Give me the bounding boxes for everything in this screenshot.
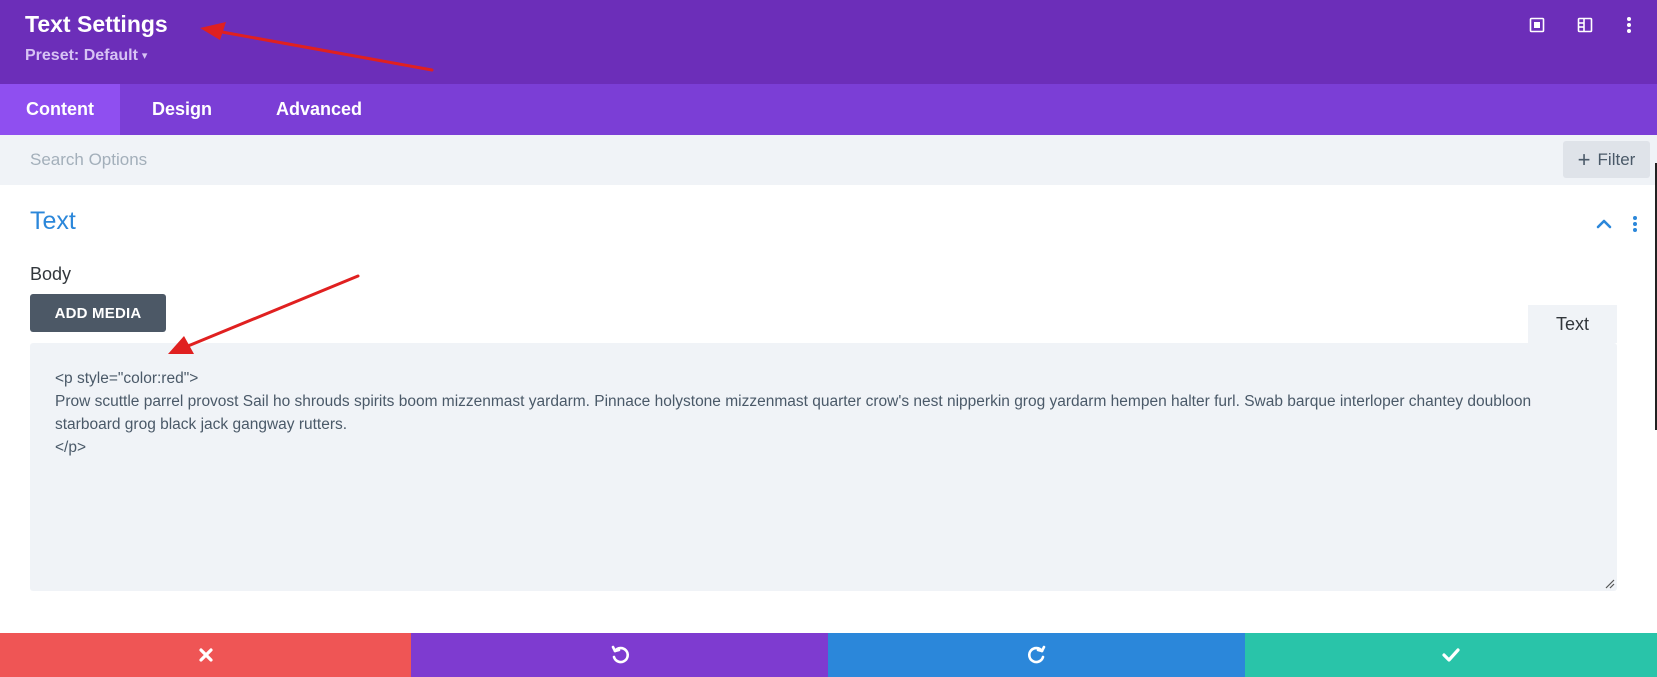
save-button[interactable]	[1245, 633, 1657, 677]
add-media-button[interactable]: ADD MEDIA	[30, 294, 166, 332]
undo-button[interactable]	[411, 633, 828, 677]
section-title[interactable]: Text	[30, 207, 76, 236]
preset-label: Preset: Default	[25, 47, 138, 64]
preset-selector[interactable]: Preset: Default ▾	[25, 47, 147, 65]
editor-text-tab[interactable]: Text	[1528, 305, 1617, 343]
modal-footer	[0, 633, 1657, 677]
plus-icon: +	[1577, 146, 1591, 172]
editor-content[interactable]: <p style="color:red"> Prow scuttle parre…	[55, 367, 1595, 459]
expand-modal-icon[interactable]	[1526, 14, 1548, 36]
checkmark-icon	[1442, 648, 1460, 662]
redo-icon	[1027, 645, 1045, 664]
discard-button[interactable]	[0, 633, 411, 677]
undo-icon	[611, 645, 629, 664]
sidebar-layout-icon[interactable]	[1574, 14, 1596, 36]
filter-button[interactable]: + Filter	[1563, 141, 1650, 178]
resize-handle-icon[interactable]	[1603, 577, 1615, 589]
chevron-up-icon[interactable]	[1595, 216, 1613, 230]
redo-button[interactable]	[828, 633, 1245, 677]
close-icon	[198, 648, 213, 662]
tab-design[interactable]: Design	[120, 84, 244, 135]
more-options-icon[interactable]	[1618, 14, 1640, 36]
modal-title: Text Settings	[25, 11, 168, 37]
search-input[interactable]	[30, 147, 730, 173]
tab-advanced[interactable]: Advanced	[244, 84, 394, 135]
modal-header: Text Settings Preset: Default ▾	[0, 0, 1657, 84]
body-field-label: Body	[30, 264, 72, 284]
body-text-editor[interactable]: <p style="color:red"> Prow scuttle parre…	[30, 343, 1617, 591]
section-options-icon[interactable]	[1630, 214, 1640, 234]
search-bar: + Filter	[0, 135, 1657, 185]
tab-content[interactable]: Content	[0, 84, 120, 135]
tab-bar: Content Design Advanced	[0, 84, 1657, 135]
caret-down-icon: ▾	[141, 50, 148, 62]
filter-label: Filter	[1597, 149, 1636, 169]
